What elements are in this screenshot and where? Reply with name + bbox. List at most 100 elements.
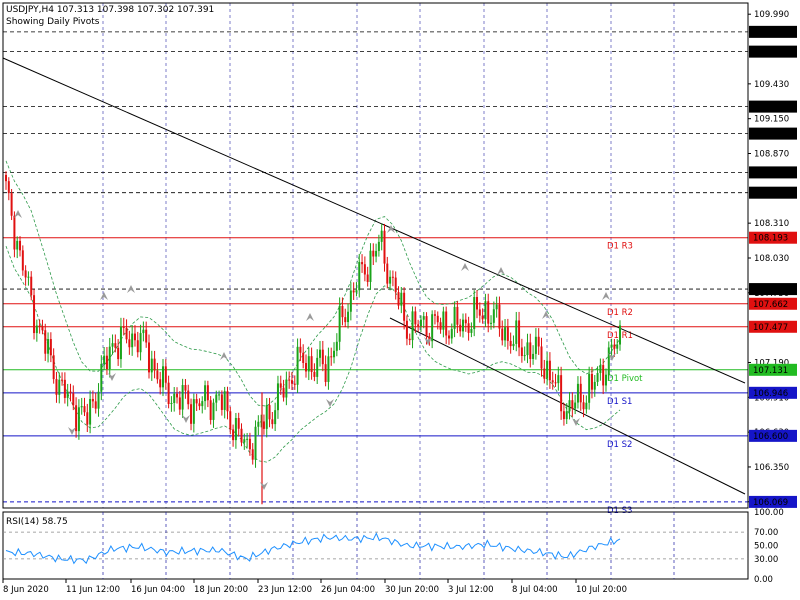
candle-body-up xyxy=(150,358,153,373)
candle-body-up xyxy=(534,336,537,354)
candle-body-up xyxy=(139,333,142,353)
candle-body-up xyxy=(490,322,493,324)
candle-body-down xyxy=(548,360,551,381)
candle-body-up xyxy=(327,356,330,382)
candle-body-down xyxy=(324,364,327,382)
fractal-up xyxy=(461,263,469,271)
candle-body-up xyxy=(450,328,453,339)
candle-body-down xyxy=(147,342,150,373)
candle-body-down xyxy=(262,421,265,429)
candle-body-down xyxy=(251,449,254,460)
price-label: 109.247 xyxy=(753,103,788,113)
candle-body-down xyxy=(363,264,366,275)
candle-body-down xyxy=(41,326,44,331)
candle-body-down xyxy=(562,411,565,420)
candle-body-down xyxy=(10,193,13,216)
candle-body-up xyxy=(162,366,165,388)
candle-body-up xyxy=(243,439,246,443)
candle-body-down xyxy=(52,355,55,380)
time-axis: 8 Jun 2020 11 Jun 12:00 16 Jun 04:00 18 Jun… xyxy=(2,579,627,595)
candle-body-up xyxy=(355,290,358,293)
fractal-up xyxy=(220,352,228,360)
candle-body-down xyxy=(436,315,439,323)
candle-body-down xyxy=(49,339,52,356)
price-label: 109.848 xyxy=(753,28,788,38)
candle-body-up xyxy=(515,320,518,344)
price-label: 109.689 xyxy=(753,48,788,58)
candle-body-down xyxy=(91,398,94,402)
candle-body-down xyxy=(551,380,554,383)
candle-body-down xyxy=(122,326,125,328)
candle-body-down xyxy=(403,292,406,321)
candle-body-down xyxy=(5,174,7,182)
candle-body-up xyxy=(276,383,279,411)
candle-body-up xyxy=(492,309,495,323)
candle-body-down xyxy=(184,385,187,391)
candle-body-down xyxy=(128,339,131,348)
chart-frame xyxy=(2,2,749,580)
candle-body-down xyxy=(537,336,540,347)
trendline-lower xyxy=(389,317,746,495)
pivot-label: D1 R3 xyxy=(607,242,633,252)
price-tick-label: 108.310 xyxy=(754,219,789,229)
candle-body-up xyxy=(377,241,380,251)
candle-body-down xyxy=(232,429,235,441)
pivot-label: D1 S2 xyxy=(607,440,632,450)
rsi-frame xyxy=(2,511,749,580)
candle-body-up xyxy=(593,381,596,390)
candle-body-up xyxy=(599,365,602,374)
candle-body-up xyxy=(234,418,237,441)
candle-body-up xyxy=(358,262,361,291)
candle-body-down xyxy=(176,393,179,398)
candle-body-down xyxy=(279,383,282,388)
candle-body-down xyxy=(459,324,462,332)
candle-body-down xyxy=(352,290,355,293)
candle-body-down xyxy=(209,400,212,420)
candle-body-up xyxy=(532,353,535,360)
rsi-tick-label: 100.00 xyxy=(754,508,784,518)
candle-body-up xyxy=(97,391,100,409)
candle-body-up xyxy=(257,421,260,427)
candle-body-down xyxy=(19,240,22,251)
candle-body-down xyxy=(190,404,193,424)
candle-body-up xyxy=(607,347,610,375)
pivot-label: D1 S1 xyxy=(607,397,632,407)
candle-body-up xyxy=(296,346,299,385)
candle-body-down xyxy=(105,355,108,369)
candle-body-up xyxy=(89,398,92,425)
fractal-down xyxy=(260,482,268,490)
candle-body-down xyxy=(33,295,36,334)
candle-body-down xyxy=(540,346,543,369)
time-tick-label: 18 Jun 20:00 xyxy=(194,585,248,595)
time-tick-label: 10 Jul 20:00 xyxy=(576,585,627,595)
candle-body-down xyxy=(543,368,546,379)
price-label: 108.718 xyxy=(753,168,788,178)
candle-body-down xyxy=(501,328,504,341)
candle-body-up xyxy=(66,391,69,398)
candle-body-down xyxy=(299,346,302,353)
candle-body-up xyxy=(338,305,341,342)
candle-body-up xyxy=(619,325,621,345)
candle-body-down xyxy=(476,297,479,310)
candle-body-up xyxy=(484,301,487,320)
candle-body-up xyxy=(400,292,403,306)
candle-body-up xyxy=(347,311,350,323)
candle-body-up xyxy=(335,341,338,351)
price-label: 109.030 xyxy=(753,130,788,140)
candle-body-up xyxy=(565,411,568,420)
candle-body-down xyxy=(83,406,86,413)
fractal-up xyxy=(542,311,550,319)
rsi-title: RSI(14) 58.75 xyxy=(6,517,68,527)
candle-body-up xyxy=(389,276,392,284)
candle-body-up xyxy=(16,240,19,250)
candle-body-down xyxy=(7,181,10,194)
pivot-label: D1 Pivot xyxy=(607,374,643,384)
candle-body-down xyxy=(187,390,190,405)
price-tick-label: 108.870 xyxy=(754,150,789,160)
candle-body-up xyxy=(100,363,103,392)
candle-body-down xyxy=(321,349,324,365)
candle-body-up xyxy=(316,357,319,377)
price-tick-label: 109.150 xyxy=(754,115,789,125)
candle-body-down xyxy=(133,333,136,341)
time-tick-label: 30 Jun 20:00 xyxy=(385,585,439,595)
